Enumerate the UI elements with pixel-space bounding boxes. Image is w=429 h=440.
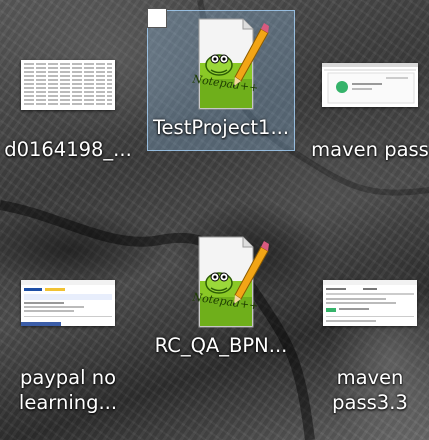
desktop-icon-testproject-file[interactable]: Notepad++ TestProject1... (147, 8, 295, 151)
icon-label: paypal no (19, 366, 117, 389)
desktop-icon-maven-pass[interactable]: maven pass (296, 32, 429, 163)
icon-label-line2: pass3.3 (332, 391, 408, 414)
icon-label: TestProject1... (152, 116, 290, 139)
web-screenshot-thumbnail-icon (20, 255, 116, 351)
desktop-icon-rc-qa-bpn-file[interactable]: Notepad++ RC_QA_BPN... (147, 228, 295, 359)
desktop-icon-paypal-no-learning[interactable]: paypal no learning... (0, 250, 142, 416)
notepadpp-document-icon: Notepad++ (173, 233, 269, 329)
selection-checkbox[interactable] (147, 8, 167, 28)
web-screenshot-thumbnail-icon (322, 255, 418, 351)
icon-label: maven (336, 366, 404, 389)
desktop-icon-maven-pass3-3[interactable]: maven pass3.3 (296, 250, 429, 416)
desktop-icon-spreadsheet-file[interactable]: d0164198_... (0, 32, 142, 163)
spreadsheet-grid-icon (24, 60, 112, 110)
notepadpp-document-icon: Notepad++ (173, 15, 269, 111)
icon-label-line2: learning... (18, 391, 118, 414)
icon-label: maven pass (311, 138, 429, 161)
icon-label: RC_QA_BPN... (154, 334, 288, 357)
icon-label: d0164198_... (4, 138, 132, 161)
web-screenshot-thumbnail-icon (322, 37, 418, 133)
spreadsheet-thumbnail-icon (20, 37, 116, 133)
